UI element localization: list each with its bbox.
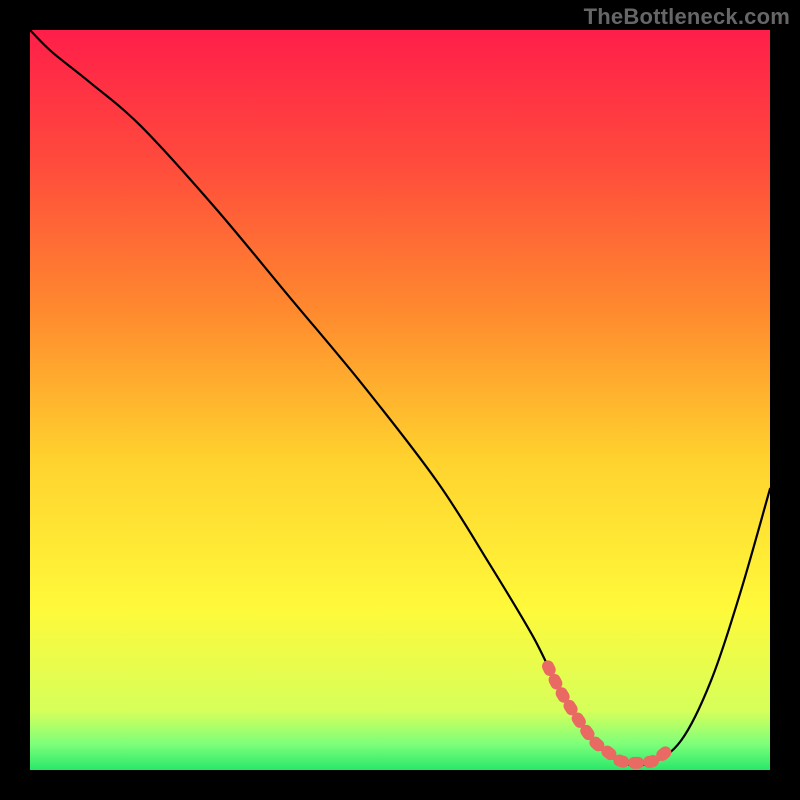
watermark-text: TheBottleneck.com xyxy=(584,4,790,30)
gradient-background xyxy=(30,30,770,770)
plot-area xyxy=(30,30,770,770)
chart-frame: TheBottleneck.com xyxy=(0,0,800,800)
chart-svg xyxy=(30,30,770,770)
